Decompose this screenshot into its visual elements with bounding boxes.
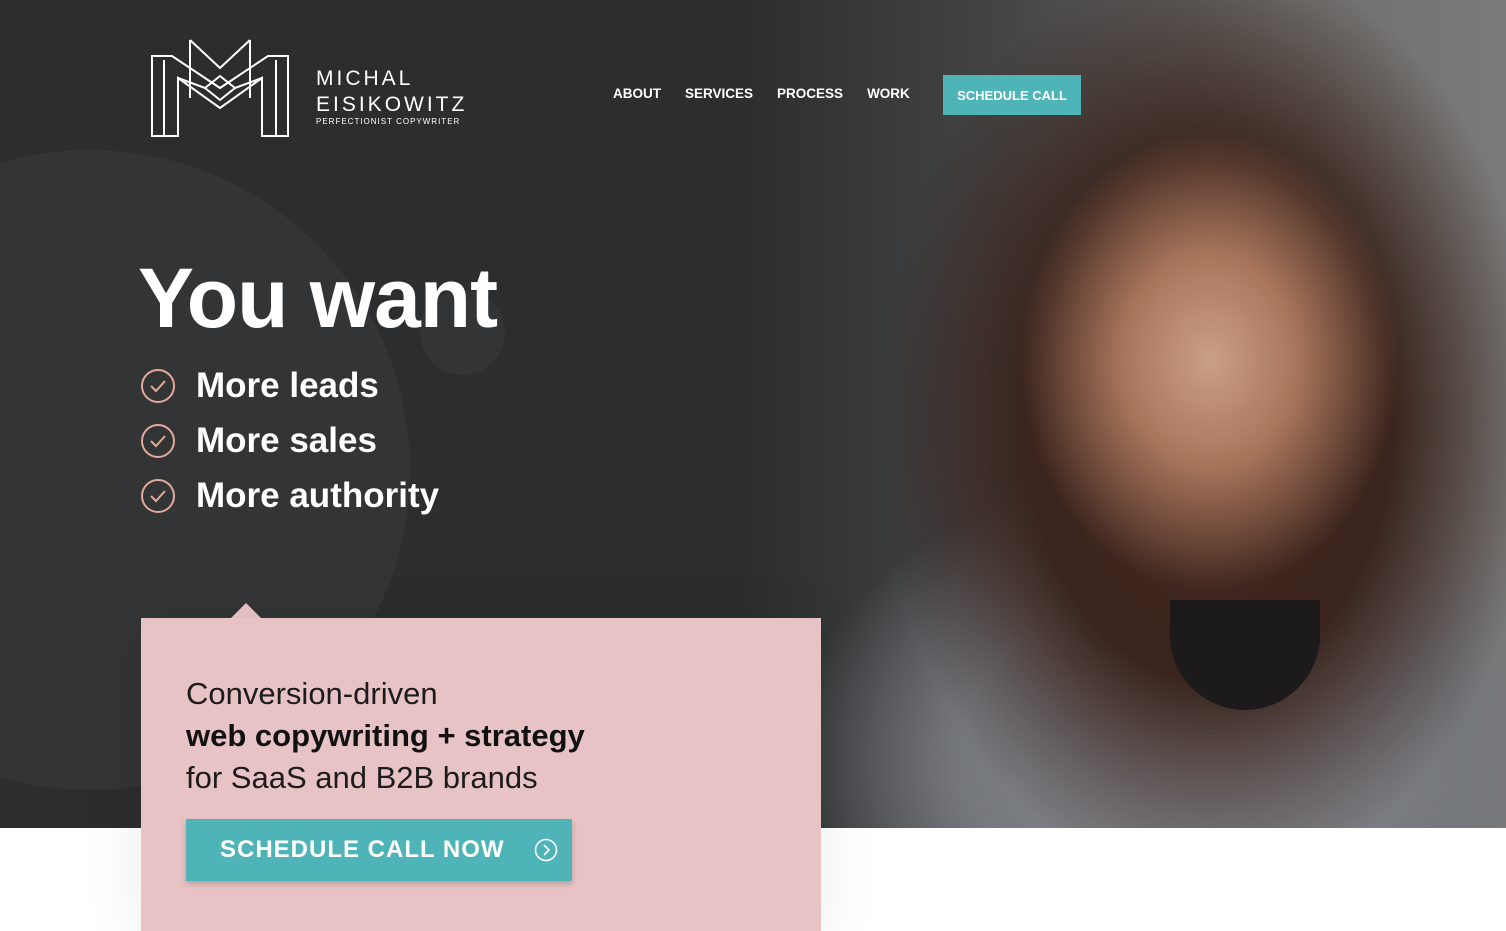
benefit-item: More leads (140, 358, 439, 413)
benefits-list: More leads More sales More authority (140, 358, 439, 523)
nav-about[interactable]: ABOUT (613, 86, 661, 101)
schedule-call-now-button[interactable]: SCHEDULE CALL NOW (186, 819, 572, 881)
cta-label: SCHEDULE CALL NOW (220, 836, 505, 863)
benefit-item: More authority (140, 468, 439, 523)
schedule-call-button[interactable]: SCHEDULE CALL (943, 75, 1081, 115)
benefit-label: More leads (196, 365, 379, 405)
photo-necklace (1170, 600, 1320, 710)
check-circle-icon (141, 423, 175, 458)
nav-services[interactable]: SERVICES (685, 86, 753, 101)
benefit-label: More sales (196, 420, 377, 460)
nav-process[interactable]: PROCESS (777, 86, 843, 101)
card-line2: web copywriting + strategy (186, 718, 585, 753)
brand-name-line1: MICHAL (316, 67, 414, 90)
card-line1: Conversion-driven (186, 676, 438, 711)
card-line3: for SaaS and B2B brands (186, 760, 538, 795)
nav-work[interactable]: WORK (867, 86, 910, 101)
monogram-m-logo[interactable] (150, 38, 290, 138)
benefit-item: More sales (140, 413, 439, 468)
check-circle-icon (141, 478, 175, 513)
brand-name-line2: EISIKOWITZ (316, 93, 468, 116)
brand-tagline: PERFECTIONIST COPYWRITER (316, 117, 461, 126)
check-circle-icon (141, 368, 175, 403)
hero-headline: You want (138, 251, 498, 345)
main-nav: ABOUT SERVICES PROCESS WORK (613, 86, 934, 101)
chevron-right-circle-icon (534, 838, 558, 862)
card-notch (231, 603, 261, 618)
value-proposition-card: Conversion-driven web copywriting + stra… (141, 618, 821, 931)
brand-name[interactable]: MICHAL EISIKOWITZ (316, 66, 467, 118)
hero-photo (740, 0, 1506, 828)
benefit-label: More authority (196, 475, 440, 515)
